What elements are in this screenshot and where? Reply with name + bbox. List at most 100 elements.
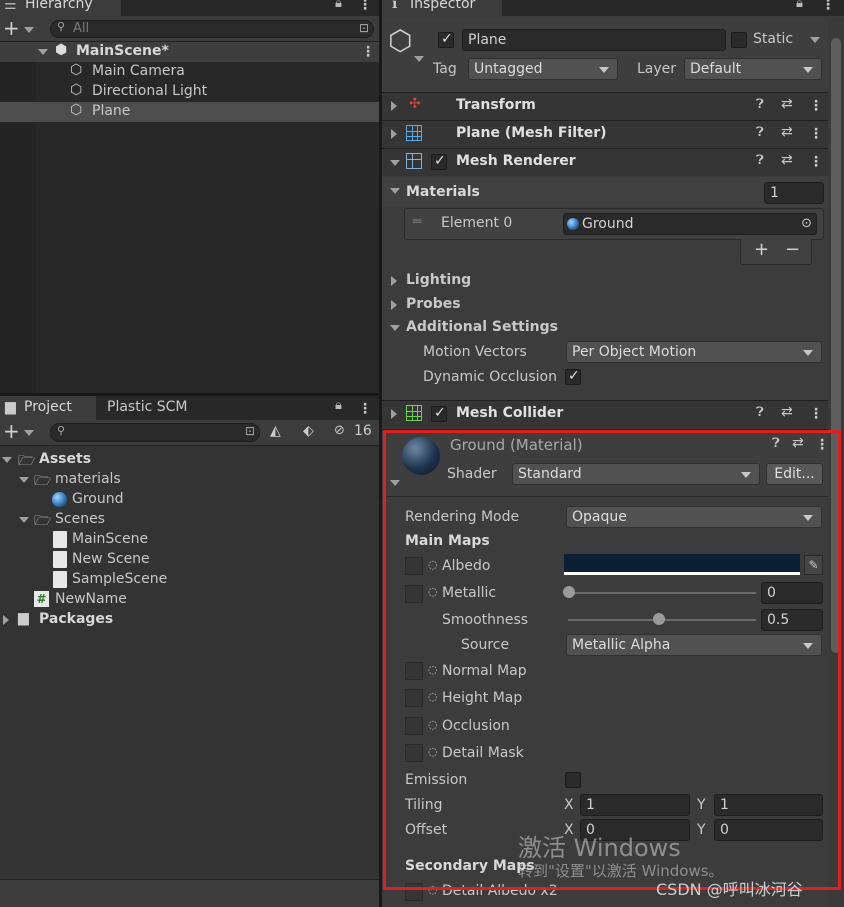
expand-icon[interactable] bbox=[391, 300, 397, 310]
probes-foldout[interactable]: Probes bbox=[382, 294, 828, 316]
additional-settings-foldout[interactable]: Additional Settings bbox=[382, 317, 828, 339]
layer-dropdown[interactable]: Default bbox=[684, 58, 822, 80]
search-options-icon[interactable]: ⊡ bbox=[359, 21, 369, 35]
tab-inspector[interactable]: ℹ Inspector bbox=[382, 0, 502, 16]
help-icon[interactable]: ❓︎ bbox=[756, 97, 764, 112]
add-dropdown-icon[interactable] bbox=[24, 430, 34, 436]
detail-albedo-slot[interactable] bbox=[405, 883, 423, 901]
add-dropdown-icon[interactable] bbox=[24, 27, 34, 33]
mesh-renderer-header[interactable]: Mesh Renderer ❓︎ ⇄ ⋮ bbox=[382, 148, 828, 176]
scene-expand-icon[interactable] bbox=[38, 49, 48, 55]
inspector-scrollbar[interactable] bbox=[828, 18, 844, 907]
help-icon[interactable]: ❓︎ bbox=[772, 436, 780, 451]
tree-row-scenes[interactable]: 🗁︎ Scenes bbox=[0, 510, 379, 530]
lighting-foldout[interactable]: Lighting bbox=[382, 270, 828, 292]
scrollbar-thumb[interactable] bbox=[831, 38, 841, 653]
tree-row-newname[interactable]: # NewName bbox=[0, 590, 379, 610]
component-more-icon[interactable]: ⋮ bbox=[809, 155, 823, 169]
material-object-field[interactable]: Ground ⊙ bbox=[563, 213, 817, 235]
object-name-field[interactable]: Plane bbox=[462, 29, 726, 51]
search-options-icon[interactable]: ⊡ bbox=[245, 424, 255, 438]
materials-count-field[interactable]: 1 bbox=[764, 182, 824, 204]
help-icon[interactable]: ❓︎ bbox=[756, 125, 764, 140]
object-picker-icon[interactable]: ⊙ bbox=[801, 214, 812, 234]
add-icon[interactable]: + bbox=[3, 16, 20, 40]
tree-row-assets[interactable]: 🗁︎ Assets bbox=[0, 450, 379, 470]
offset-x-field[interactable]: 0 bbox=[580, 819, 690, 841]
add-element-button[interactable]: + bbox=[754, 239, 769, 260]
presets-icon[interactable]: ⇄ bbox=[781, 96, 793, 112]
normal-map-slot[interactable] bbox=[405, 662, 423, 680]
icon-dropdown-icon[interactable] bbox=[414, 56, 424, 62]
component-more-icon[interactable]: ⋮ bbox=[809, 99, 823, 113]
drag-handle-icon[interactable]: ═ bbox=[413, 214, 421, 230]
filter-by-label-icon[interactable]: ⬖ bbox=[303, 423, 314, 439]
expand-icon[interactable] bbox=[3, 615, 9, 625]
expand-icon[interactable] bbox=[19, 477, 29, 483]
mesh-renderer-enabled-checkbox[interactable] bbox=[431, 153, 447, 170]
tree-row-packages[interactable]: ▆ Packages bbox=[0, 610, 379, 630]
presets-icon[interactable]: ⇄ bbox=[781, 124, 793, 140]
scene-more-icon[interactable]: ⋮ bbox=[361, 45, 375, 59]
tree-row-scene[interactable]: New Scene bbox=[0, 550, 379, 570]
static-checkbox[interactable] bbox=[731, 32, 747, 48]
expand-icon[interactable] bbox=[2, 457, 12, 463]
scene-row[interactable]: ⬢ MainScene* ⋮ bbox=[0, 42, 379, 62]
project-search-input[interactable]: ⚲ ⊡ bbox=[50, 423, 260, 442]
mesh-filter-header[interactable]: Plane (Mesh Filter) ❓︎ ⇄ ⋮ bbox=[382, 120, 828, 148]
tiling-y-field[interactable]: 1 bbox=[714, 794, 823, 816]
transform-header[interactable]: ✣ Transform ❓︎ ⇄ ⋮ bbox=[382, 92, 828, 120]
presets-icon[interactable]: ⇄ bbox=[792, 435, 804, 451]
collapse-icon[interactable] bbox=[390, 160, 400, 166]
expand-icon[interactable] bbox=[391, 129, 397, 139]
albedo-color-field[interactable] bbox=[564, 554, 800, 575]
static-dropdown-icon[interactable] bbox=[810, 37, 820, 43]
materials-header[interactable]: Materials 1 bbox=[382, 177, 828, 207]
tree-row-materials[interactable]: 🗁︎ materials bbox=[0, 470, 379, 490]
add-icon[interactable]: + bbox=[3, 419, 20, 443]
tree-row-ground[interactable]: Ground bbox=[0, 490, 379, 510]
inspector-lock-icon[interactable]: 🔒︎ bbox=[796, 0, 803, 11]
material-more-icon[interactable]: ⋮ bbox=[815, 438, 829, 452]
tree-row-scene[interactable]: MainScene bbox=[0, 530, 379, 550]
smoothness-value-field[interactable]: 0.5 bbox=[761, 609, 823, 631]
tab-plastic-scm[interactable]: Plastic SCM bbox=[107, 399, 187, 415]
hierarchy-tab[interactable]: ☰ Hierarchy bbox=[0, 0, 121, 16]
metallic-texture-slot[interactable] bbox=[405, 585, 423, 603]
material-collapse-icon[interactable] bbox=[390, 480, 400, 486]
height-map-slot[interactable] bbox=[405, 689, 423, 707]
hierarchy-more-icon[interactable]: ⋮ bbox=[358, 0, 372, 12]
offset-y-field[interactable]: 0 bbox=[714, 819, 823, 841]
tab-project[interactable]: ▆ Project bbox=[0, 396, 96, 420]
project-lock-icon[interactable]: 🔒︎ bbox=[335, 398, 342, 413]
metallic-value-field[interactable]: 0 bbox=[761, 582, 823, 604]
remove-element-button[interactable]: − bbox=[785, 239, 800, 260]
hidden-packages-icon[interactable]: ⊘ bbox=[334, 423, 345, 438]
collapse-icon[interactable] bbox=[390, 188, 400, 194]
hierarchy-search-input[interactable]: ⚲ All ⊡ bbox=[50, 20, 374, 38]
emission-checkbox[interactable] bbox=[565, 772, 581, 788]
mesh-collider-header[interactable]: Mesh Collider ❓︎ ⇄ ⋮ bbox=[382, 400, 828, 428]
filter-by-type-icon[interactable]: ◭ bbox=[270, 423, 281, 439]
rendering-mode-dropdown[interactable]: Opaque bbox=[566, 506, 822, 528]
tag-dropdown[interactable]: Untagged bbox=[468, 58, 618, 80]
presets-icon[interactable]: ⇄ bbox=[781, 152, 793, 168]
source-dropdown[interactable]: Metallic Alpha bbox=[566, 634, 822, 656]
hierarchy-lock-icon[interactable]: 🔒︎ bbox=[335, 0, 342, 11]
metallic-slider-thumb[interactable] bbox=[563, 586, 575, 598]
help-icon[interactable]: ❓︎ bbox=[756, 405, 764, 420]
expand-icon[interactable] bbox=[391, 409, 397, 419]
active-checkbox[interactable] bbox=[438, 31, 454, 48]
tree-row-scene[interactable]: SampleScene bbox=[0, 570, 379, 590]
expand-icon[interactable] bbox=[391, 276, 397, 286]
eyedropper-icon[interactable]: ✎ bbox=[804, 555, 823, 575]
detail-mask-slot[interactable] bbox=[405, 744, 423, 762]
shader-dropdown[interactable]: Standard bbox=[512, 463, 760, 485]
presets-icon[interactable]: ⇄ bbox=[781, 404, 793, 420]
mesh-collider-enabled-checkbox[interactable] bbox=[431, 405, 447, 422]
albedo-texture-slot[interactable] bbox=[405, 557, 423, 575]
dynamic-occlusion-checkbox[interactable] bbox=[565, 368, 581, 385]
hierarchy-item-selected[interactable]: ⬡ Plane bbox=[0, 102, 379, 122]
occlusion-slot[interactable] bbox=[405, 717, 423, 735]
hierarchy-item[interactable]: ⬡ Directional Light bbox=[0, 82, 379, 102]
